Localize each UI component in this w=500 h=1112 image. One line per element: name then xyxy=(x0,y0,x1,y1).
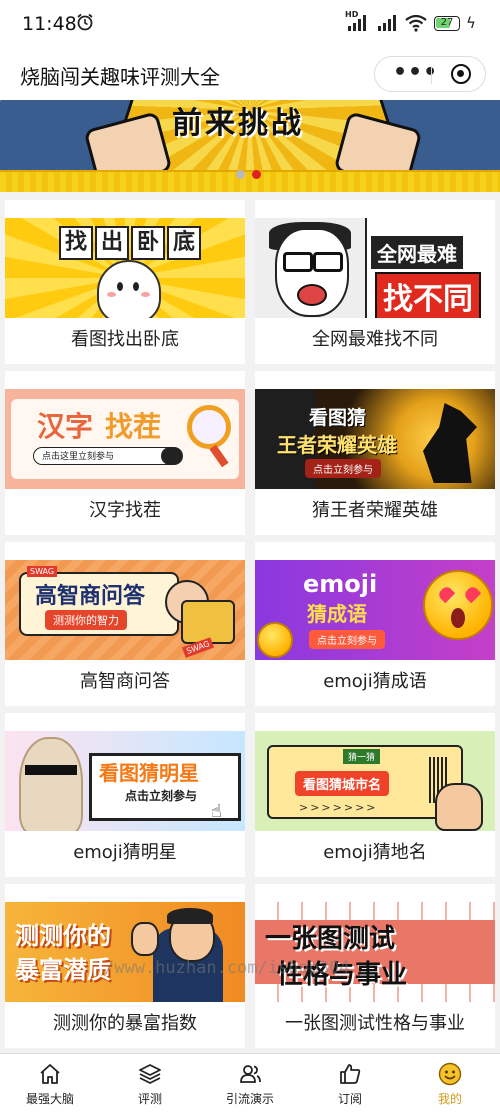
magnifier-icon xyxy=(187,405,231,449)
thumb-title-line1: emoji xyxy=(303,570,378,598)
watermark-text: /www.huzhan.com/ishop304 xyxy=(104,958,350,978)
quiz-card[interactable]: 看图猜明星 点击立刻参与 ☝ emoji猜明星 xyxy=(5,713,245,877)
thumb-cta: 点击立刻参与 xyxy=(305,459,381,478)
quiz-card-title: 测测你的暴富指数 xyxy=(53,1013,197,1034)
thumb-tag: 猜一猜 xyxy=(343,749,381,764)
quiz-card[interactable]: SWAG 高智商问答 测测你的智力 SWAG 高智商问答 xyxy=(5,542,245,706)
page-title: 烧脑闯关趣味评测大全 xyxy=(20,65,220,89)
target-icon[interactable] xyxy=(451,64,471,84)
tab-review[interactable]: 评测 xyxy=(100,1054,200,1112)
tab-label: 最强大脑 xyxy=(25,1092,74,1106)
alarm-icon xyxy=(77,13,93,31)
signal-icon xyxy=(348,15,366,31)
carousel-indicator xyxy=(236,164,268,183)
hand-cursor-icon: ☝ xyxy=(211,801,222,822)
thumb-title-line2: 找不同 xyxy=(375,272,481,318)
thumbs-up-icon xyxy=(340,1064,361,1084)
quiz-thumbnail: 猜一猜 看图猜城市名 >>>>>>> xyxy=(255,731,495,831)
wifi-icon xyxy=(405,14,427,32)
home-icon xyxy=(40,1064,60,1084)
capsule-divider xyxy=(431,66,432,84)
thumb-title-line2: 暴富潜质 xyxy=(15,956,111,984)
thumb-cta: 点击立刻参与 xyxy=(125,789,198,803)
miniprogram-capsule: ••• xyxy=(374,56,486,92)
thumb-char: 底 xyxy=(167,226,201,260)
quiz-thumbnail: SWAG 高智商问答 测测你的智力 SWAG xyxy=(5,560,245,660)
nav-bar: 烧脑闯关趣味评测大全 ••• xyxy=(0,48,500,100)
charging-icon: ϟ xyxy=(466,14,476,32)
quiz-card[interactable]: 全网最难 找不同 全网最难找不同 xyxy=(255,200,495,364)
thumb-title-line1: 汉字 xyxy=(37,410,94,443)
quiz-card[interactable]: 猜一猜 看图猜城市名 >>>>>>> emoji猜地名 xyxy=(255,713,495,877)
quiz-card-title: 汉字找茬 xyxy=(89,500,161,521)
quiz-card-title: 看图找出卧底 xyxy=(71,329,179,350)
thumb-char: 出 xyxy=(95,226,129,260)
thumb-title-line1: 看图猜 xyxy=(309,407,367,429)
signal-icon xyxy=(378,15,396,31)
thumb-title-line1: 看图猜城市名 xyxy=(295,771,390,796)
quiz-thumbnail: 测测你的 暴富潜质 xyxy=(5,902,245,1002)
tab-traffic-demo[interactable]: 引流演示 xyxy=(200,1054,300,1112)
thumb-tag: SWAG xyxy=(27,566,58,577)
tab-label: 订阅 xyxy=(337,1092,362,1106)
thumb-cta: 点击立刻参与 xyxy=(309,630,385,649)
quiz-thumbnail: emoji 猜成语 点击立刻参与 xyxy=(255,560,495,660)
layers-icon xyxy=(139,1064,161,1084)
tab-label: 引流演示 xyxy=(225,1092,274,1106)
tab-label: 评测 xyxy=(137,1092,162,1106)
banner-carousel[interactable]: 前来挑战 xyxy=(0,100,500,192)
quiz-thumbnail: 全网最难 找不同 xyxy=(255,218,495,318)
thumb-char: 卧 xyxy=(131,226,165,260)
quiz-card-title: 全网最难找不同 xyxy=(312,329,438,350)
quiz-thumbnail: 找 出 卧 底 xyxy=(5,218,245,318)
status-time: 11:48 xyxy=(22,13,77,35)
carousel-dot[interactable] xyxy=(236,170,245,179)
quiz-thumbnail: 看图猜 王者荣耀英雄 点击立刻参与 xyxy=(255,389,495,489)
status-bar: 11:48 HD 27 ϟ xyxy=(0,0,500,48)
carousel-dot-active[interactable] xyxy=(252,170,261,179)
quiz-thumbnail: 汉字 找茬 点击这里立刻参与 xyxy=(5,389,245,489)
hand-graphic xyxy=(435,783,483,831)
quiz-thumbnail: 一张图测试 性格与事业 xyxy=(255,902,495,1002)
thumb-title-line1: 看图猜明星 xyxy=(99,761,199,785)
quiz-card-title: 高智商问答 xyxy=(80,671,170,692)
thumb-title-line2: 找茬 xyxy=(105,410,162,443)
thumb-arrows: >>>>>>> xyxy=(299,801,378,814)
user-group-icon xyxy=(240,1065,261,1083)
quiz-card-title: emoji猜地名 xyxy=(323,842,427,863)
battery-level: 27 xyxy=(440,17,454,28)
pixel-sunglasses xyxy=(25,765,77,775)
quiz-card[interactable]: 汉字 找茬 点击这里立刻参与 汉字找茬 xyxy=(5,371,245,535)
tab-mine[interactable]: 我的 xyxy=(400,1054,500,1112)
quiz-card-title: emoji猜成语 xyxy=(323,671,427,692)
quiz-thumbnail: 看图猜明星 点击立刻参与 ☝ xyxy=(5,731,245,831)
tab-home[interactable]: 最强大脑 xyxy=(0,1054,100,1112)
tab-label: 我的 xyxy=(437,1092,462,1106)
tab-subscribe[interactable]: 订阅 xyxy=(300,1054,400,1112)
quiz-card[interactable]: 看图猜 王者荣耀英雄 点击立刻参与 猜王者荣耀英雄 xyxy=(255,371,495,535)
battery-icon: 27 xyxy=(434,16,460,31)
thumb-search-bar: 点击这里立刻参与 xyxy=(33,447,179,465)
thumb-title-line2: 猜成语 xyxy=(307,602,367,626)
thumb-title-line1: 高智商问答 xyxy=(35,584,146,609)
quiz-card[interactable]: emoji 猜成语 点击立刻参与 emoji猜成语 xyxy=(255,542,495,706)
statue-figure xyxy=(19,737,83,831)
banner-slogan: 前来挑战 xyxy=(172,106,304,141)
emoji-face xyxy=(257,622,293,658)
thumb-title-line1: 一张图测试 xyxy=(265,924,396,954)
smiley-icon xyxy=(438,1062,462,1086)
emoji-face xyxy=(423,570,493,640)
quiz-card-title: 猜王者荣耀英雄 xyxy=(312,500,438,521)
tab-bar: 最强大脑 评测 引流演示 订阅 我的 xyxy=(0,1053,500,1112)
thumb-title-line2: 王者荣耀英雄 xyxy=(277,433,397,457)
thumb-cta: 测测你的智力 xyxy=(45,610,127,630)
quiz-card-title: 一张图测试性格与事业 xyxy=(285,1013,465,1034)
thumb-title-line1: 测测你的 xyxy=(15,922,111,950)
quiz-card[interactable]: 找 出 卧 底 看图找出卧底 xyxy=(5,200,245,364)
thumb-char: 找 xyxy=(59,226,93,260)
thumb-title-line1: 全网最难 xyxy=(371,236,463,269)
quiz-card-title: emoji猜明星 xyxy=(73,842,177,863)
ghost-character xyxy=(97,260,161,318)
